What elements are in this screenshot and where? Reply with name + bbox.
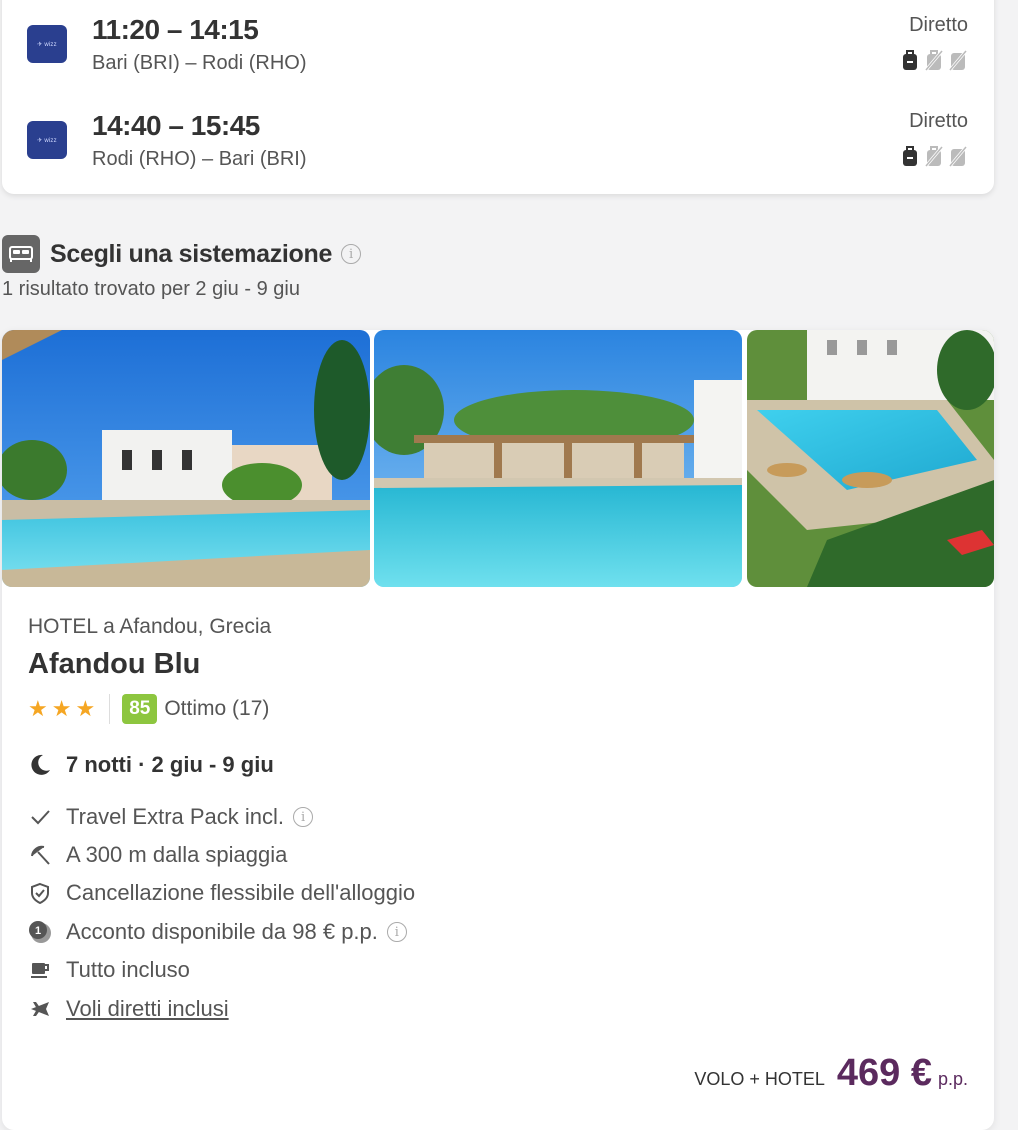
flight-return[interactable]: ✈ wizz 14:40 – 15:45 Rodi (RHO) – Bari (… [2,96,994,176]
feature-text: Travel Extra Pack incl. [66,804,285,829]
baggage-icons [900,48,968,72]
review-score-label[interactable]: Ottimo (17) [164,697,269,721]
deposit-coin-icon: 1 [28,920,52,944]
feature-all-inclusive: Tutto incluso [28,955,190,985]
feature-text: Acconto disponibile da 98 € p.p. [66,919,378,944]
feature-text: Cancellazione flessibile dell'alloggio [66,880,416,905]
flight-route: Rodi (RHO) – Bari (BRI) [92,148,307,170]
no-checked-bag-icon [948,146,968,167]
feature-deposit: 1 Acconto disponibile da 98 € p.p. i [28,917,407,947]
bed-icon [2,235,40,273]
personal-bag-icon [903,146,917,166]
no-cabin-bag-icon [924,146,944,167]
feature-flexible-cancellation: Cancellazione flessibile dell'alloggio [28,878,415,908]
star-icon: ★ [51,696,72,721]
nights-text: 7 notti · 2 giu - 9 giu [66,752,274,777]
results-summary: 1 risultato trovato per 2 giu - 9 giu [2,278,300,300]
airline-logo: ✈ wizz [27,121,67,159]
no-cabin-bag-icon [924,50,944,71]
svg-text:1: 1 [35,925,41,937]
no-checked-bag-icon [948,50,968,71]
personal-bag-icon [903,50,917,70]
hotel-photo[interactable] [2,330,370,587]
airplane-icon [28,997,52,1021]
flight-type: Diretto [909,110,968,132]
flight-route: Bari (BRI) – Rodi (RHO) [92,52,307,74]
review-score-badge: 85 [122,694,158,724]
shield-check-icon [28,881,52,905]
direct-flights-link[interactable]: Voli diretti inclusi [66,996,229,1022]
section-title: Scegli una sistemazione [50,239,333,268]
accommodation-header: Scegli una sistemazione i [2,234,362,274]
hotel-photo[interactable] [374,330,742,587]
flight-time: 14:40 – 15:45 [92,110,260,141]
photo-gallery[interactable] [2,330,994,587]
hotel-type-location: HOTEL a Afandou, Grecia [28,615,272,638]
price-label: VOLO + HOTEL [694,1069,825,1089]
star-icon: ★ [75,696,96,721]
flight-type: Diretto [909,14,968,36]
airline-logo: ✈ wizz [27,25,67,63]
beach-umbrella-icon [28,843,52,867]
flight-time: 11:20 – 14:15 [92,14,259,45]
moon-icon [31,754,50,775]
feature-beach-distance: A 300 m dalla spiaggia [28,840,287,870]
feature-text: A 300 m dalla spiaggia [66,842,288,867]
star-icon: ★ [28,696,48,721]
baggage-icons [900,144,968,168]
price-row: VOLO + HOTEL 469 € p.p. [694,1052,968,1095]
cup-icon [28,958,52,982]
hotel-photo[interactable] [747,330,994,587]
feature-direct-flights[interactable]: Voli diretti inclusi [28,994,229,1024]
flights-card: ✈ wizz 11:20 – 14:15 Bari (BRI) – Rodi (… [2,0,994,194]
info-icon[interactable]: i [386,922,407,942]
divider [109,694,111,724]
feature-travel-extra-pack: Travel Extra Pack incl. i [28,802,314,832]
price-suffix: p.p. [937,1069,968,1089]
hotel-name[interactable]: Afandou Blu [28,648,200,681]
rating-row: ★ ★ ★ 85 Ottimo (17) [28,692,269,726]
hotel-card[interactable]: HOTEL a Afandou, Grecia Afandou Blu ★ ★ … [2,330,994,1130]
check-icon [28,805,52,829]
feature-text: Tutto incluso [66,957,190,982]
info-icon[interactable]: i [341,244,362,264]
scrollbar[interactable] [1000,0,1018,1118]
stay-duration: 7 notti · 2 giu - 9 giu [28,752,274,778]
flight-outbound[interactable]: ✈ wizz 11:20 – 14:15 Bari (BRI) – Rodi (… [2,0,994,80]
info-icon[interactable]: i [293,807,314,827]
price-value: 469 € [836,1052,932,1094]
